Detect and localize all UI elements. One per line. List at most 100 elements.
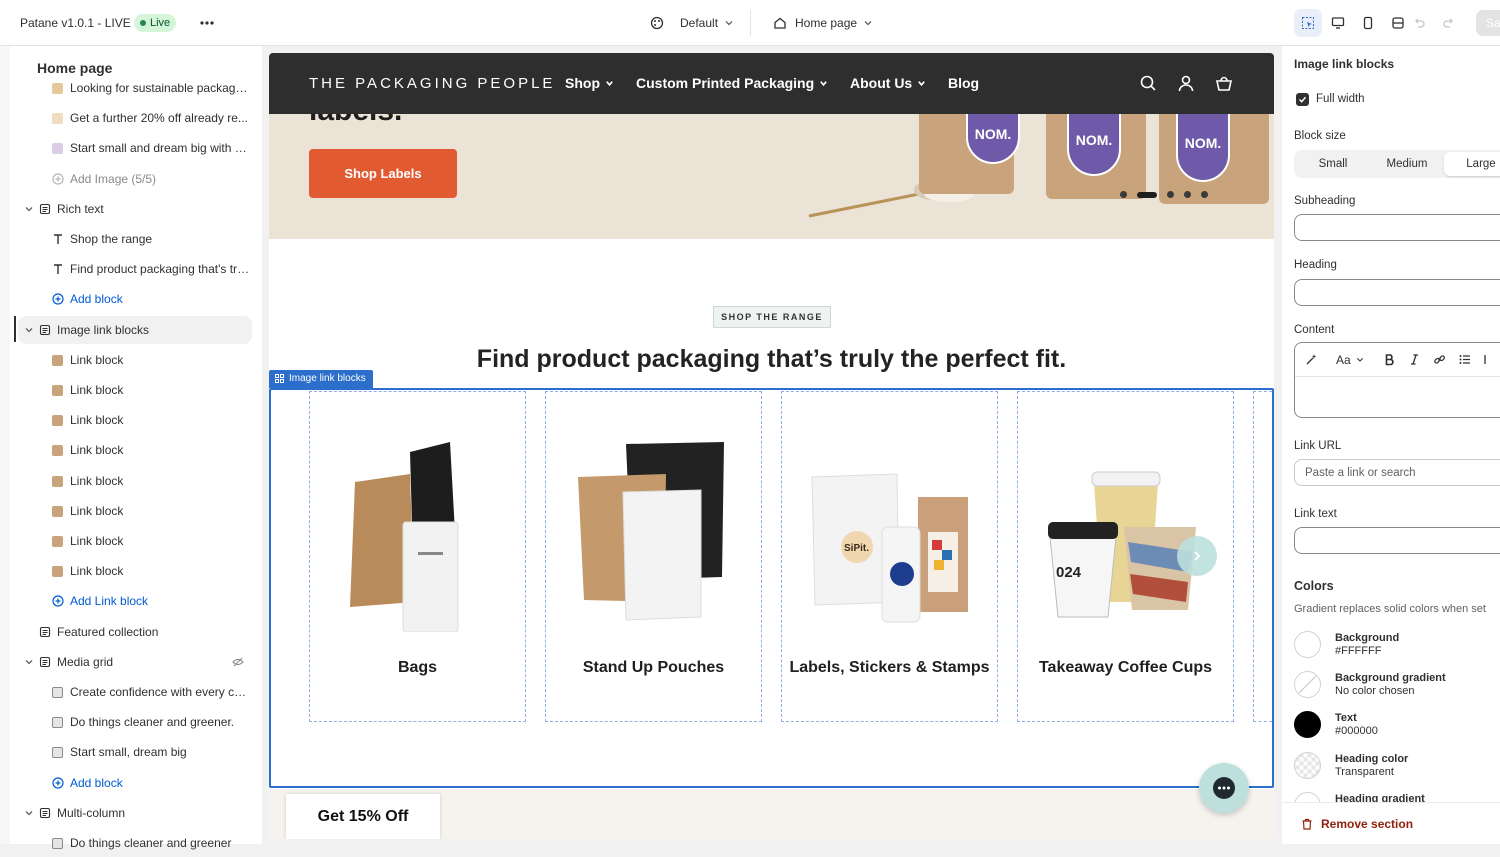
tree-item[interactable]: Create confidence with every cup. [18, 678, 252, 706]
background-gradient-swatch[interactable] [1294, 671, 1321, 698]
carousel-next-button[interactable] [1177, 536, 1217, 576]
link-block-card[interactable]: Bags [309, 391, 526, 722]
nav-custom-label: Custom Printed Packaging [636, 75, 815, 91]
block-size-medium[interactable]: Medium [1370, 152, 1444, 176]
chevron-down-icon[interactable] [24, 657, 34, 667]
tree-item[interactable]: Add block [18, 285, 252, 313]
chevron-down-icon[interactable] [24, 325, 34, 335]
slide-dot[interactable] [1167, 191, 1174, 198]
tree-item[interactable]: Rich text [18, 195, 252, 223]
bullet-list-icon[interactable] [1458, 353, 1471, 366]
tree-item[interactable]: Image link blocks [18, 316, 252, 344]
heading-color-swatch[interactable] [1294, 752, 1321, 779]
slide-dot[interactable] [1201, 191, 1208, 198]
tree-item-label: Add block [70, 292, 123, 306]
nav-shop[interactable]: Shop [565, 75, 614, 91]
tree-item-label: Start small and dream big with a ... [70, 141, 250, 155]
desktop-view-button[interactable] [1324, 9, 1352, 37]
link-block-card-partial[interactable] [1253, 391, 1274, 722]
mobile-view-button[interactable] [1354, 9, 1382, 37]
tree-item[interactable]: Shop the range [18, 225, 252, 253]
undo-icon[interactable] [1412, 16, 1426, 30]
chevron-down-icon[interactable] [1355, 353, 1365, 366]
tree-item[interactable]: Link block [18, 467, 252, 495]
selected-section-tag[interactable]: Image link blocks [269, 370, 373, 388]
tree-item[interactable]: Link block [18, 497, 252, 525]
tree-item-label: Link block [70, 474, 124, 488]
nav-blog[interactable]: Blog [948, 75, 979, 91]
font-format-dropdown[interactable]: Aa [1336, 353, 1351, 367]
link-icon[interactable] [1433, 353, 1446, 366]
nav-about-us[interactable]: About Us [850, 75, 926, 91]
tree-item[interactable]: Do things cleaner and greener. [18, 708, 252, 736]
account-icon[interactable] [1177, 74, 1195, 92]
tree-item[interactable]: Link block [18, 436, 252, 464]
swatch-value: #FFFFFF [1335, 645, 1382, 657]
tree-item[interactable]: Link block [18, 527, 252, 555]
full-width-checkbox[interactable] [1296, 93, 1309, 106]
tree-item-label: Rich text [57, 202, 104, 216]
chat-widget-button[interactable] [1199, 763, 1249, 813]
subheading-input[interactable] [1294, 214, 1500, 241]
tree-item[interactable]: Media grid [18, 648, 252, 676]
heading-input[interactable] [1294, 279, 1500, 306]
sipit-label: SiPit. [844, 543, 869, 554]
theme-style-select[interactable]: Default [650, 12, 734, 34]
section-icon [39, 203, 51, 215]
home-icon [774, 17, 786, 29]
discount-popup-button[interactable]: Get 15% Off [286, 794, 440, 839]
link-block-card[interactable]: Stand Up Pouches [545, 391, 762, 722]
slide-dot-active[interactable] [1137, 191, 1157, 198]
background-color-swatch[interactable] [1294, 631, 1321, 658]
tree-item[interactable]: Link block [18, 346, 252, 374]
content-rich-text-editor[interactable]: Aa [1294, 342, 1500, 418]
search-icon[interactable] [1139, 74, 1157, 92]
fullscreen-view-button[interactable] [1384, 9, 1412, 37]
nav-custom-printed-packaging[interactable]: Custom Printed Packaging [636, 75, 828, 91]
cart-icon[interactable] [1215, 74, 1233, 92]
link-block-card[interactable]: SiPit. Labels, Stickers & Stamps [781, 391, 998, 722]
tree-item[interactable]: Looking for sustainable packagin... [18, 74, 252, 102]
redo-icon[interactable] [1442, 16, 1456, 30]
site-logo[interactable]: THE PACKAGING PEOPLE [309, 75, 555, 92]
save-button[interactable]: Sa [1476, 10, 1500, 36]
tree-item[interactable]: Multi-column [18, 799, 252, 827]
slide-dot[interactable] [1184, 191, 1191, 198]
block-size-large[interactable]: Large [1444, 152, 1500, 176]
chevron-down-icon[interactable] [24, 808, 34, 818]
remove-section-label: Remove section [1321, 817, 1414, 831]
tree-item[interactable]: Add block [18, 769, 252, 797]
more-options-icon[interactable] [198, 14, 216, 32]
tree-item[interactable]: Do things cleaner and greener [18, 829, 252, 857]
link-text-input[interactable] [1294, 527, 1500, 554]
tree-item[interactable]: Add Image (5/5) [18, 165, 252, 193]
tree-item[interactable]: Start small, dream big [18, 738, 252, 766]
tree-item[interactable]: Find product packaging that's tru... [18, 255, 252, 283]
bold-icon[interactable] [1383, 353, 1396, 366]
remove-section-button[interactable]: Remove section [1282, 802, 1500, 844]
text-color-swatch[interactable] [1294, 711, 1321, 738]
inspector-toggle[interactable] [1294, 9, 1322, 37]
tree-item[interactable]: Add Link block [18, 587, 252, 615]
shop-labels-button[interactable]: Shop Labels [309, 149, 457, 198]
tree-item[interactable]: Start small and dream big with a ... [18, 134, 252, 162]
tree-item[interactable]: Link block [18, 406, 252, 434]
add-circle-icon [52, 293, 64, 305]
tree-item-label: Get a further 20% off already re... [70, 111, 248, 125]
theme-name[interactable]: Patane v1.0.1 - LIVE [20, 16, 131, 30]
chevron-down-icon[interactable] [24, 204, 34, 214]
thumbnail-icon [52, 384, 63, 396]
italic-icon[interactable] [1408, 353, 1421, 366]
tree-item[interactable]: Featured collection [18, 618, 252, 646]
tree-item[interactable]: Link block [18, 557, 252, 585]
indent-icon[interactable] [1483, 353, 1496, 366]
link-url-input[interactable]: Paste a link or search [1294, 459, 1500, 486]
tree-item[interactable]: Link block [18, 376, 252, 404]
tree-item[interactable]: Get a further 20% off already re... [18, 104, 252, 132]
block-size-small[interactable]: Small [1296, 152, 1370, 176]
chevron-down-icon [820, 80, 827, 86]
eye-off-icon[interactable] [232, 656, 244, 668]
page-select[interactable]: Home page [773, 12, 873, 34]
slide-dot[interactable] [1120, 191, 1127, 198]
magic-wand-icon[interactable] [1305, 353, 1318, 366]
